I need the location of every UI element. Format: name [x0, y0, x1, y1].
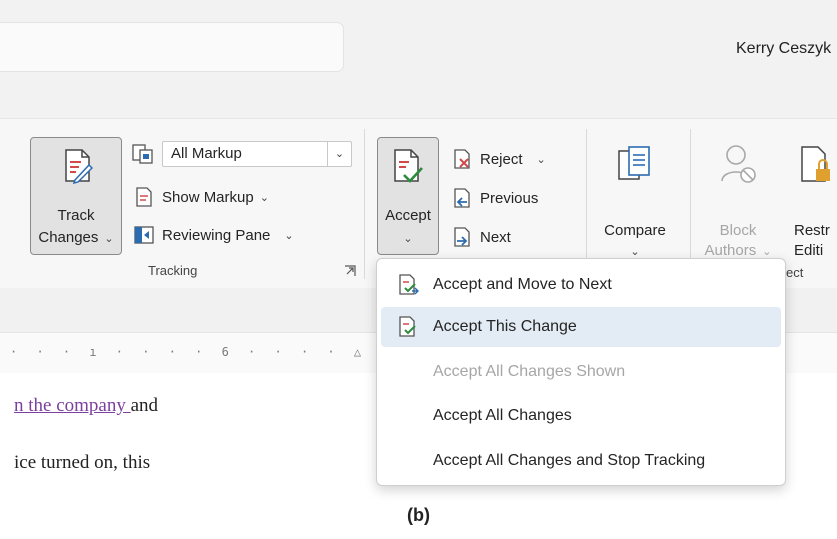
menu-item-label: Accept This Change [433, 318, 577, 335]
show-markup-label: Show Markup [162, 188, 254, 206]
track-changes-label-1: Track [57, 207, 95, 224]
ruler-mark: 6 [221, 345, 235, 359]
next-icon [452, 227, 472, 247]
reviewing-pane-icon [134, 225, 154, 245]
reject-button[interactable]: Reject ⌄ [452, 147, 546, 171]
menu-item-label: Accept and Move to Next [433, 276, 612, 293]
accept-icon [392, 148, 424, 186]
block-authors-icon [720, 143, 758, 185]
show-markup-icon [134, 187, 154, 207]
search-box[interactable] [0, 22, 344, 72]
reviewing-pane-label: Reviewing Pane [162, 226, 271, 244]
chevron-down-icon: ⌄ [536, 153, 546, 166]
compare-button[interactable]: Compare ⌄ [592, 137, 678, 258]
chevron-down-icon: ⌄ [403, 233, 413, 245]
reviewing-pane-button[interactable]: Reviewing Pane ⌄ [134, 223, 294, 247]
restrict-editing-label-1: Restr [794, 222, 830, 239]
previous-label: Previous [480, 189, 539, 207]
chevron-down-icon: ⌄ [762, 246, 772, 258]
menu-item-accept-all-changes[interactable]: Accept All Changes [381, 396, 781, 436]
markup-select-value: All Markup [171, 145, 242, 162]
dialog-launcher-icon[interactable] [344, 265, 356, 277]
display-for-review-icon [132, 143, 154, 165]
compare-icon [617, 145, 653, 185]
accept-button[interactable]: Accept ⌄ [377, 137, 439, 255]
group-separator [364, 129, 365, 279]
group-separator [690, 129, 691, 279]
block-authors-label-2-text: Authors [704, 242, 757, 259]
group-separator [586, 129, 587, 279]
protect-group-label: ect [786, 265, 804, 280]
reject-icon [452, 149, 472, 169]
tracked-insertion[interactable]: n the company [14, 395, 131, 416]
user-name[interactable]: Kerry Ceszyk [736, 40, 831, 58]
menu-item-label: Accept All Changes Shown [433, 363, 626, 380]
previous-icon [452, 188, 472, 208]
next-button[interactable]: Next [452, 225, 511, 249]
next-label: Next [480, 228, 511, 246]
accept-move-icon [397, 274, 419, 296]
menu-item-accept-all-changes-shown[interactable]: Accept All Changes Shown [381, 352, 781, 392]
track-changes-label-2-text: Changes [38, 229, 99, 246]
tracking-group-label: Tracking [148, 263, 198, 278]
title-bar: Kerry Ceszyk [0, 0, 837, 118]
document-text: and [130, 395, 159, 416]
track-changes-button[interactable]: Track Changes ⌄ [30, 137, 122, 255]
chevron-down-icon: ⌄ [259, 191, 269, 204]
block-authors-label-1: Block [719, 222, 757, 239]
track-changes-label-2: Changes ⌄ [31, 228, 121, 249]
restrict-editing-icon [800, 145, 834, 185]
menu-item-label: Accept All Changes [433, 407, 572, 424]
document-text-line[interactable]: ice turned on, this [14, 452, 150, 474]
accept-dropdown-menu: Accept and Move to Next Accept This Chan… [376, 258, 786, 486]
menu-item-accept-this-change[interactable]: Accept This Change [381, 307, 781, 347]
restrict-editing-label-2: Editi [794, 242, 824, 255]
chevron-down-icon: ⌄ [104, 233, 114, 245]
menu-item-accept-all-and-stop-tracking[interactable]: Accept All Changes and Stop Tracking [381, 441, 781, 481]
track-changes-icon [63, 148, 93, 184]
chevron-down-icon: ⌄ [327, 142, 351, 166]
restrict-editing-button[interactable]: Restr Editi [786, 137, 837, 255]
chevron-down-icon: ⌄ [284, 229, 294, 242]
accept-label: Accept [385, 207, 431, 224]
block-authors-button[interactable]: Block Authors ⌄ [700, 137, 776, 259]
accept-change-icon [397, 316, 419, 338]
menu-item-accept-and-move-to-next[interactable]: Accept and Move to Next [381, 265, 781, 305]
compare-label: Compare [604, 222, 666, 239]
menu-item-label: Accept All Changes and Stop Tracking [433, 452, 706, 469]
previous-button[interactable]: Previous [452, 186, 538, 210]
show-markup-button[interactable]: Show Markup ⌄ [134, 185, 269, 209]
document-text-line[interactable]: n the company and [14, 395, 158, 417]
reject-label: Reject [480, 150, 523, 168]
markup-select[interactable]: All Markup ⌄ [162, 141, 352, 167]
figure-caption: (b) [407, 505, 430, 525]
